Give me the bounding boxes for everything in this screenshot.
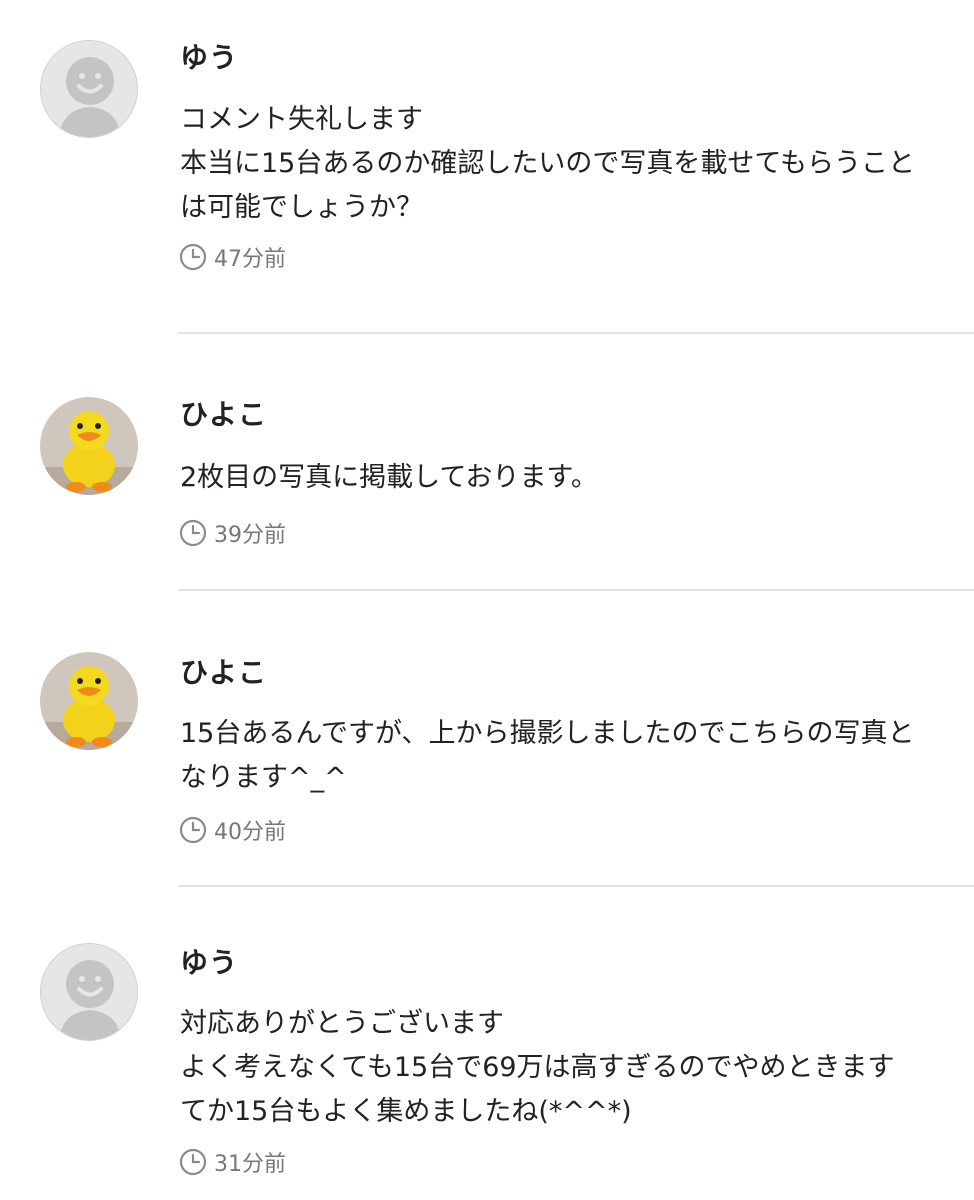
avatar[interactable] (40, 943, 138, 1041)
divider (178, 885, 974, 887)
avatar[interactable] (40, 652, 138, 750)
divider (178, 589, 974, 591)
comment-time: 39分前 (178, 517, 286, 549)
avatar[interactable] (40, 397, 138, 495)
default-face-avatar-icon (41, 944, 137, 1040)
comment-time-text: 39分前 (214, 523, 286, 548)
comment-text: 15台あるんですが、上から撮影しましたのでこちらの写真となります^_^ (180, 718, 915, 793)
comment-time: 40分前 (178, 814, 286, 846)
clock-icon (178, 815, 208, 845)
avatar[interactable] (40, 40, 138, 138)
comment-author[interactable]: ゆう (180, 945, 238, 981)
comment-text: 2枚目の写真に掲載しております。 (180, 462, 598, 493)
comment-author[interactable]: ゆう (180, 40, 238, 76)
comment-text: 対応ありがとうございます よく考えなくても15台で69万は高すぎるのでやめときま… (180, 1008, 895, 1127)
duck-avatar-icon (40, 397, 138, 495)
comment-time: 47分前 (178, 241, 286, 273)
comment-author[interactable]: ひよこ (180, 655, 267, 691)
comment-time-text: 40分前 (214, 820, 286, 845)
duck-avatar-icon (40, 652, 138, 750)
comment-time-text: 31分前 (214, 1152, 286, 1177)
clock-icon (178, 242, 208, 272)
comment-time: 31分前 (178, 1146, 286, 1178)
comment-time-text: 47分前 (214, 247, 286, 272)
comment-author[interactable]: ひよこ (180, 397, 267, 433)
clock-icon (178, 1147, 208, 1177)
clock-icon (178, 518, 208, 548)
divider (178, 332, 974, 334)
default-face-avatar-icon (41, 41, 137, 137)
comment-text: コメント失礼します 本当に15台あるのか確認したいので写真を載せてもらうことは可… (180, 104, 916, 223)
